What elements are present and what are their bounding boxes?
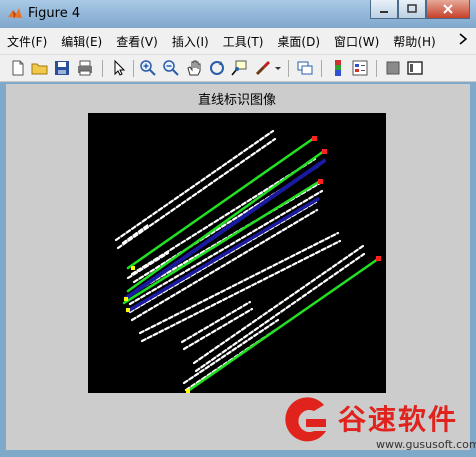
menu-view[interactable]: 查看(V): [109, 33, 165, 50]
legend-icon[interactable]: [351, 59, 369, 77]
menu-help[interactable]: 帮助(H): [386, 33, 442, 50]
window-controls: [370, 0, 470, 20]
image-axes[interactable]: [88, 113, 386, 393]
watermark-logo-icon: [285, 397, 326, 442]
toolbar-separator: [102, 60, 103, 77]
show-plot-tools-icon[interactable]: [406, 59, 424, 77]
watermark-text: 谷速软件: [338, 403, 459, 436]
line-end-marker: [312, 136, 317, 141]
zoom-in-icon[interactable]: [139, 59, 157, 77]
window-title: Figure 4: [28, 6, 81, 21]
title-bar: Figure 4: [0, 0, 476, 28]
line-start-marker: [131, 266, 135, 270]
toolbar-separator: [376, 60, 377, 77]
detected-line: [124, 159, 326, 300]
pan-icon[interactable]: [185, 59, 203, 77]
matlab-logo-icon: [8, 8, 22, 19]
menu-insert[interactable]: 插入(I): [165, 33, 216, 50]
new-figure-icon[interactable]: [9, 59, 27, 77]
zoom-out-icon[interactable]: [162, 59, 180, 77]
pointer-icon[interactable]: [110, 59, 128, 77]
minimize-button[interactable]: [370, 0, 398, 19]
toolbar-separator: [321, 60, 322, 77]
open-file-icon[interactable]: [31, 59, 49, 77]
save-icon[interactable]: [53, 59, 71, 77]
detected-line: [122, 179, 322, 305]
line-start-marker: [126, 308, 130, 312]
print-icon[interactable]: [76, 59, 94, 77]
line-end-marker: [376, 256, 381, 261]
menu-window[interactable]: 窗口(W): [327, 33, 386, 50]
menu-tools[interactable]: 工具(T): [216, 33, 271, 50]
colorbar-icon[interactable]: [329, 59, 347, 77]
line-end-marker: [318, 179, 323, 184]
toolbar-separator: [288, 60, 289, 77]
close-icon: [443, 4, 453, 14]
line-end-marker: [322, 149, 327, 154]
plot-title: 直线标识图像: [197, 93, 276, 108]
menu-bar: 文件(F) 编辑(E) 查看(V) 插入(I) 工具(T) 桌面(D) 窗口(W…: [0, 28, 476, 54]
figure-window: Figure 4 文件(F) 编辑(E) 查看(V) 插入(I) 工具(T) 桌…: [0, 0, 476, 457]
figure-toolbar: [0, 54, 476, 82]
chevron-down-icon[interactable]: [273, 59, 283, 77]
dock-arrow-icon[interactable]: [458, 32, 468, 46]
menu-desktop[interactable]: 桌面(D): [270, 33, 327, 50]
maximize-icon: [407, 4, 417, 13]
data-cursor-icon[interactable]: [230, 59, 248, 77]
toolbar-separator: [133, 60, 134, 77]
menu-file[interactable]: 文件(F): [0, 33, 54, 50]
line-start-marker: [124, 297, 128, 301]
line-start-marker: [186, 389, 190, 393]
line-detection-image: [114, 129, 381, 393]
brush-icon[interactable]: [254, 59, 272, 77]
link-plot-icon[interactable]: [296, 59, 314, 77]
rotate-3d-icon[interactable]: [208, 59, 226, 77]
maximize-button[interactable]: [398, 0, 426, 19]
detected-line: [186, 257, 380, 393]
watermark-url: www.gususoft.com: [376, 438, 476, 451]
hide-plot-tools-icon[interactable]: [384, 59, 402, 77]
minimize-icon: [380, 11, 388, 13]
close-button[interactable]: [426, 0, 470, 19]
menu-edit[interactable]: 编辑(E): [54, 33, 109, 50]
